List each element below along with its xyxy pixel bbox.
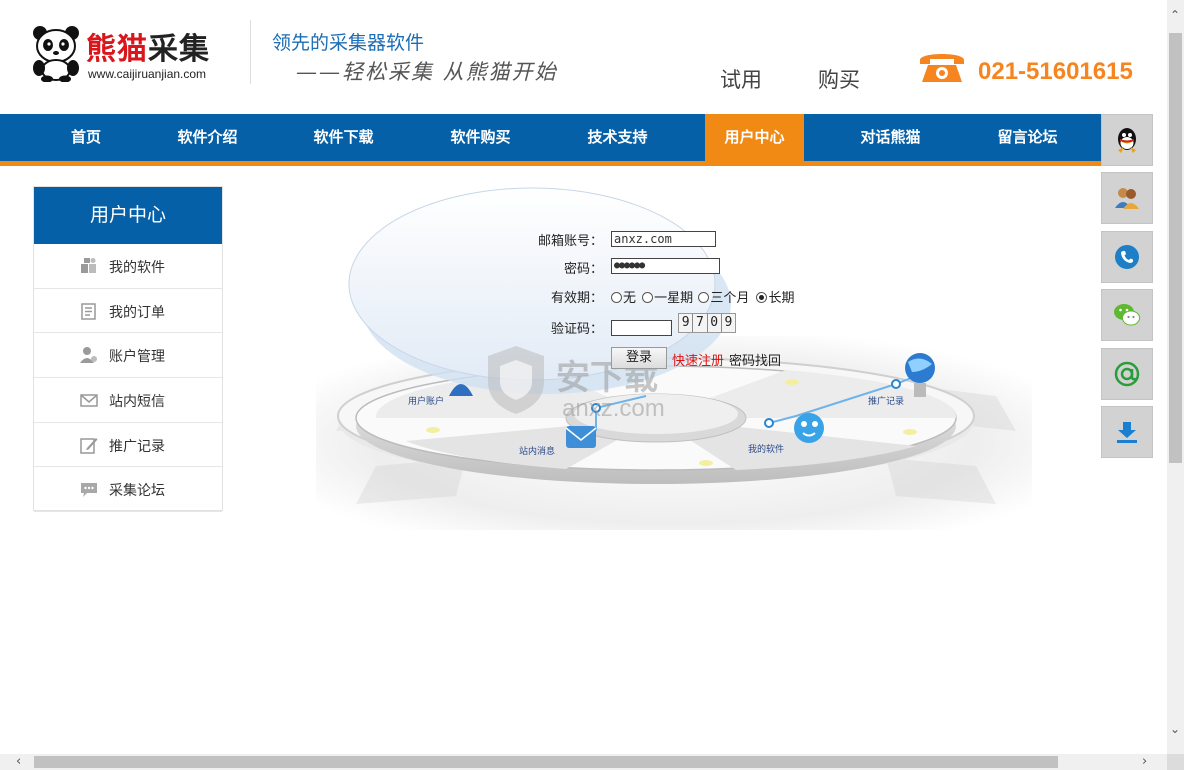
illustration-label: 站内消息 — [519, 445, 555, 457]
page: 熊猫采集 www.caijiruanjian.com 领先的采集器软件 ——轻松… — [0, 0, 1184, 770]
chat-icon — [81, 483, 97, 498]
radio-long[interactable] — [756, 292, 768, 303]
captcha-digit: 9 — [679, 314, 694, 332]
sidebar-item-label: 采集论坛 — [109, 483, 165, 500]
sidebar-item-account[interactable]: 账户管理 — [34, 333, 222, 379]
logo-name-part2: 采集 — [148, 32, 210, 67]
captcha-digit: 0 — [708, 314, 722, 332]
slogan-sub: ——轻松采集 从熊猫开始 — [296, 60, 558, 84]
scrollbar-corner — [1167, 754, 1184, 770]
sidebar-item-forum[interactable]: 采集论坛 — [34, 467, 222, 513]
main-nav: 首页 软件介绍 软件下载 软件购买 技术支持 用户中心 对话熊猫 留言论坛 — [0, 114, 1102, 166]
validity-label: 有效期： — [550, 291, 603, 306]
captcha-input[interactable] — [611, 320, 672, 336]
captcha-digit: 7 — [693, 314, 708, 332]
panda-logo-icon — [33, 26, 79, 82]
sidebar-item-label: 站内短信 — [109, 394, 165, 411]
validity-option-label: 三个月 — [710, 291, 750, 306]
envelope-icon — [80, 394, 98, 407]
float-wechat-button[interactable] — [1101, 289, 1153, 341]
float-phone-button[interactable] — [1101, 231, 1153, 283]
captcha-digit: 9 — [724, 315, 733, 330]
float-download-button[interactable] — [1101, 406, 1153, 458]
sidebar-item-label: 账户管理 — [109, 349, 165, 366]
telephone-icon — [920, 54, 964, 82]
validity-option-label: 无 — [623, 291, 637, 306]
radio-none[interactable] — [611, 292, 622, 303]
sidebar-item-label: 我的订单 — [109, 304, 165, 321]
scroll-left-icon[interactable]: ‹ — [16, 754, 21, 769]
watermark-url: anxz.com — [562, 395, 665, 422]
email-icon — [1114, 361, 1140, 387]
wechat-icon — [1114, 304, 1140, 326]
validity-options: 无 一星期 三个月 长期 — [611, 287, 794, 306]
illustration-label: 用户账户 — [408, 395, 444, 407]
site-header: 熊猫采集 www.caijiruanjian.com 领先的采集器软件 ——轻松… — [0, 0, 1167, 114]
nav-software-purchase[interactable]: 软件购买 — [433, 114, 528, 161]
float-email-button[interactable] — [1101, 348, 1153, 400]
sidebar-item-label: 推广记录 — [109, 438, 165, 455]
user-settings-icon — [80, 347, 97, 364]
trial-link[interactable]: 试用 — [720, 64, 762, 94]
validity-option-none[interactable]: 无 — [611, 291, 636, 306]
buy-link[interactable]: 购买 — [818, 64, 860, 94]
slogan-main: 领先的采集器软件 — [272, 32, 425, 54]
edit-icon — [80, 437, 98, 454]
sidebar-item-label: 我的软件 — [109, 260, 165, 276]
captcha-label: 验证码： — [550, 322, 603, 337]
forgot-password-link[interactable]: 密码找回 — [729, 350, 781, 369]
password-input[interactable]: ●●●●●● — [611, 258, 720, 274]
logo-name-part1: 熊猫 — [86, 32, 148, 67]
user-center-sidebar: 用户中心 我的软件 我的订单 账户管理 站内短信 推广记录 采集论坛 — [33, 186, 223, 513]
float-qq-button[interactable] — [1101, 114, 1153, 166]
logo-name: 熊猫采集 — [86, 24, 210, 68]
validity-option-week[interactable]: 一星期 — [642, 291, 693, 306]
password-label: 密码： — [563, 262, 603, 277]
horizontal-scroll-thumb[interactable] — [34, 756, 1058, 768]
puzzle-icon — [81, 258, 96, 273]
vertical-scroll-thumb[interactable] — [1169, 33, 1182, 463]
captcha-image[interactable]: 9 7 0 9 — [678, 313, 736, 333]
users-icon — [1115, 188, 1139, 209]
nav-message-forum[interactable]: 留言论坛 — [980, 114, 1075, 161]
register-link[interactable]: 快速注册 — [672, 350, 724, 369]
nav-tech-support[interactable]: 技术支持 — [570, 114, 665, 161]
scroll-right-icon[interactable]: › — [1142, 754, 1147, 769]
shield-watermark-icon — [488, 346, 544, 414]
email-label: 邮箱账号： — [537, 234, 603, 249]
sidebar-item-promotion[interactable]: 推广记录 — [34, 423, 222, 468]
scroll-up-icon[interactable]: ⌃ — [1170, 8, 1180, 22]
nav-chat-panda[interactable]: 对话熊猫 — [843, 114, 938, 161]
validity-option-3months[interactable]: 三个月 — [698, 291, 749, 306]
email-input[interactable]: anxz.com — [611, 231, 716, 247]
radio-week[interactable] — [642, 292, 654, 303]
site-logo[interactable]: 熊猫采集 www.caijiruanjian.com — [30, 20, 230, 86]
float-users-button[interactable] — [1101, 172, 1153, 224]
validity-option-label: 一星期 — [654, 291, 694, 306]
phone-number: 021-51601615 — [978, 58, 1133, 85]
illustration-label: 我的软件 — [748, 443, 784, 455]
order-icon — [81, 302, 96, 320]
download-icon — [1117, 422, 1137, 443]
sidebar-item-my-orders[interactable]: 我的订单 — [34, 289, 222, 334]
nav-home[interactable]: 首页 — [37, 114, 135, 161]
header-divider — [250, 20, 251, 84]
logo-url: www.caijiruanjian.com — [88, 67, 207, 81]
sidebar-item-messages[interactable]: 站内短信 — [34, 378, 222, 423]
nav-software-intro[interactable]: 软件介绍 — [160, 114, 255, 161]
validity-option-long[interactable]: 长期 — [756, 291, 794, 306]
nav-software-download[interactable]: 软件下载 — [296, 114, 391, 161]
sidebar-item-my-software[interactable]: 我的软件 — [34, 244, 222, 289]
illustration-label: 推广记录 — [868, 395, 904, 407]
sidebar-title: 用户中心 — [34, 187, 222, 244]
scroll-down-icon[interactable]: ⌄ — [1170, 722, 1180, 736]
validity-option-label: 长期 — [768, 291, 795, 306]
qq-icon — [1118, 128, 1136, 153]
nav-user-center[interactable]: 用户中心 — [705, 114, 804, 161]
login-button[interactable]: 登录 — [611, 347, 667, 369]
radio-3months[interactable] — [698, 292, 710, 303]
phone-icon — [1115, 245, 1139, 269]
